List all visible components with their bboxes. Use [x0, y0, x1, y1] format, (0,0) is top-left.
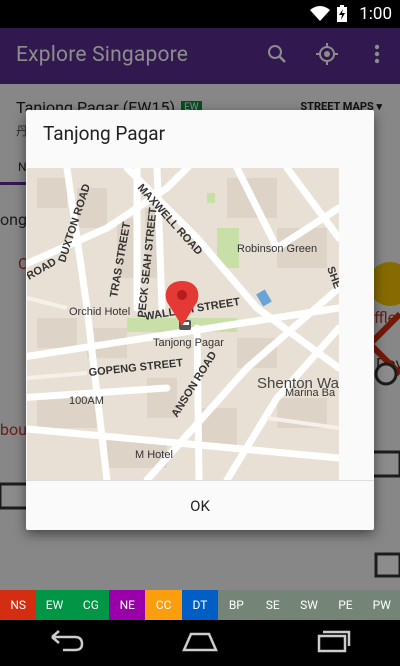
wifi-icon — [310, 6, 330, 26]
line-tab-pe[interactable]: PE — [327, 590, 364, 620]
ok-button[interactable]: OK — [26, 481, 374, 530]
line-tab-bp[interactable]: BP — [218, 590, 255, 620]
mrt-line-strip: NS EW CG NE CC DT BP SE SW PE PW — [0, 590, 400, 620]
map-label-mhotel: M Hotel — [135, 449, 173, 461]
status-icons — [310, 5, 348, 27]
map-label-shenton: Shenton Wa — [257, 375, 339, 392]
street-map[interactable]: MAXWELL ROAD DUXTON ROAD TRAS STREET PEC… — [27, 168, 339, 480]
line-tab-se[interactable]: SE — [254, 590, 291, 620]
map-label-orchid: Orchid Hotel — [69, 306, 130, 318]
map-label-tanjong: Tanjong Pagar — [153, 337, 224, 349]
back-button[interactable] — [37, 623, 97, 663]
status-bar: 1:00 — [0, 0, 400, 28]
recents-icon — [315, 629, 351, 657]
system-nav-bar — [0, 620, 400, 666]
line-tab-dt[interactable]: DT — [181, 590, 219, 620]
line-tab-cc[interactable]: CC — [145, 590, 182, 620]
dialog-title: Tanjong Pagar — [43, 122, 166, 145]
recents-button[interactable] — [303, 623, 363, 663]
line-tab-pw[interactable]: PW — [363, 590, 400, 620]
home-button[interactable] — [170, 623, 230, 663]
map-label-robinson: Robinson Green — [237, 243, 317, 255]
back-icon — [49, 630, 85, 656]
status-time: 1:00 — [359, 4, 392, 24]
map-dialog: Tanjong Pagar MAXWELL ROAD DUXTON ROAD T… — [26, 110, 374, 530]
line-tab-ns[interactable]: NS — [0, 590, 37, 620]
line-tab-sw[interactable]: SW — [290, 590, 328, 620]
line-tab-ne[interactable]: NE — [109, 590, 146, 620]
battery-charging-icon — [336, 5, 348, 27]
home-icon — [181, 630, 219, 656]
map-label-100am: 100AM — [69, 395, 104, 407]
line-tab-ew[interactable]: EW — [36, 590, 73, 620]
street-map-image: MAXWELL ROAD DUXTON ROAD TRAS STREET PEC… — [27, 168, 339, 480]
line-tab-cg[interactable]: CG — [72, 590, 110, 620]
